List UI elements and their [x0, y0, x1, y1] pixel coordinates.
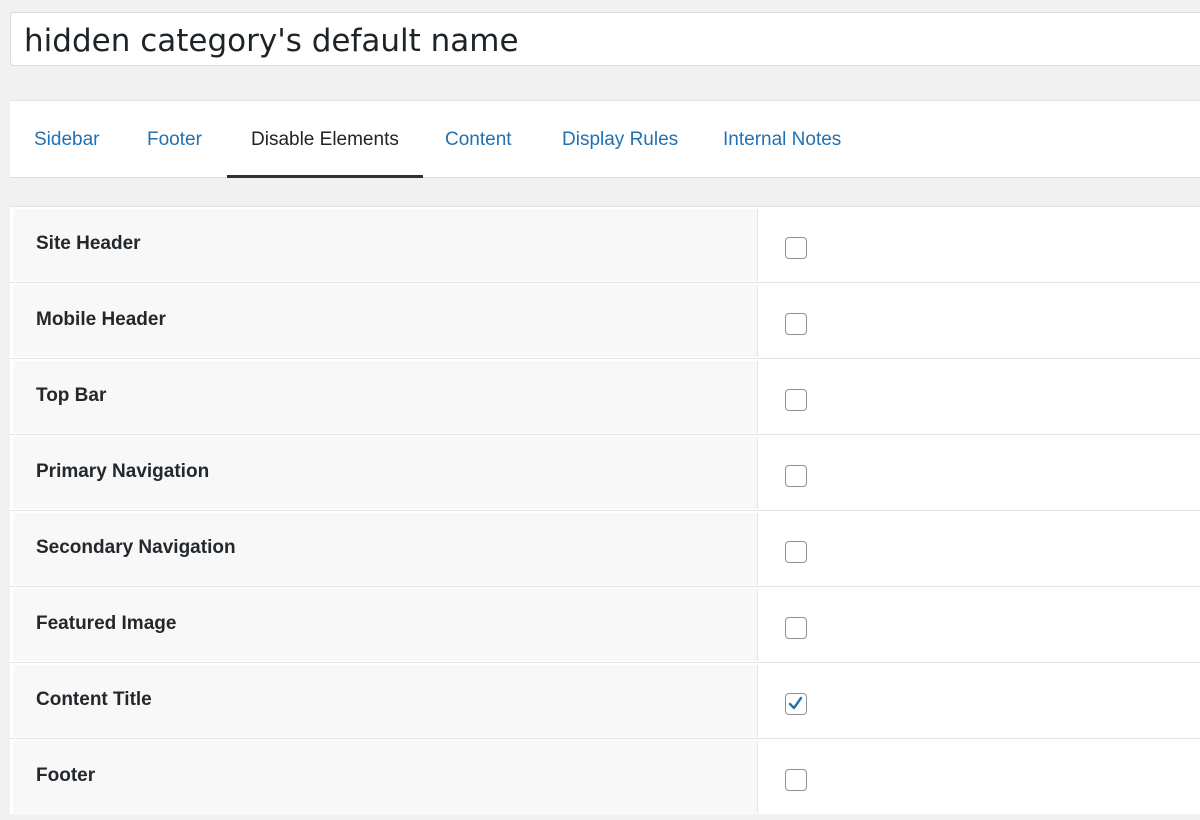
option-row-mobile-header: Mobile Header: [10, 283, 1200, 359]
option-row-featured-image: Featured Image: [10, 587, 1200, 663]
option-row-footer: Footer: [10, 739, 1200, 815]
option-label-cell: Primary Navigation: [13, 437, 758, 509]
tab-footer[interactable]: Footer: [123, 101, 226, 178]
option-label-cell: Site Header: [13, 209, 758, 281]
option-label-cell: Secondary Navigation: [13, 513, 758, 585]
tab-disable-elements[interactable]: Disable Elements: [227, 101, 423, 178]
option-row-primary-navigation: Primary Navigation: [10, 435, 1200, 511]
primary-navigation-checkbox[interactable]: [785, 465, 807, 487]
checkmark-icon: [788, 696, 803, 710]
option-row-site-header: Site Header: [10, 207, 1200, 283]
mobile-header-checkbox[interactable]: [785, 313, 807, 335]
post-title-input[interactable]: hidden category's default name: [24, 21, 519, 61]
option-label: Content Title: [36, 689, 152, 710]
option-label-cell: Mobile Header: [13, 285, 758, 357]
option-label-cell: Content Title: [13, 665, 758, 737]
option-row-content-title: Content Title: [10, 663, 1200, 739]
option-label: Primary Navigation: [36, 461, 210, 482]
top-bar-checkbox[interactable]: [785, 389, 807, 411]
disable-elements-table: Site Header Mobile Header Top Bar Primar…: [10, 206, 1200, 815]
option-label-cell: Top Bar: [13, 361, 758, 433]
panel-bottom-edge: [10, 814, 1200, 820]
option-label: Top Bar: [36, 385, 107, 406]
option-label-cell: Footer: [13, 741, 758, 813]
site-header-checkbox[interactable]: [785, 237, 807, 259]
option-label: Site Header: [36, 233, 141, 254]
tab-display-rules[interactable]: Display Rules: [538, 101, 702, 178]
option-label: Mobile Header: [36, 309, 166, 330]
footer-checkbox[interactable]: [785, 769, 807, 791]
tab-sidebar[interactable]: Sidebar: [10, 101, 124, 178]
option-label: Footer: [36, 765, 96, 786]
option-label-cell: Featured Image: [13, 589, 758, 661]
tab-content[interactable]: Content: [421, 101, 536, 178]
post-title-field[interactable]: hidden category's default name: [10, 12, 1200, 66]
option-row-top-bar: Top Bar: [10, 359, 1200, 435]
settings-tabs: Sidebar Footer Disable Elements Content …: [10, 100, 1200, 178]
option-label: Secondary Navigation: [36, 537, 236, 558]
featured-image-checkbox[interactable]: [785, 617, 807, 639]
secondary-navigation-checkbox[interactable]: [785, 541, 807, 563]
tab-internal-notes[interactable]: Internal Notes: [699, 101, 865, 178]
content-title-checkbox[interactable]: [785, 693, 807, 715]
option-row-secondary-navigation: Secondary Navigation: [10, 511, 1200, 587]
option-label: Featured Image: [36, 613, 177, 634]
